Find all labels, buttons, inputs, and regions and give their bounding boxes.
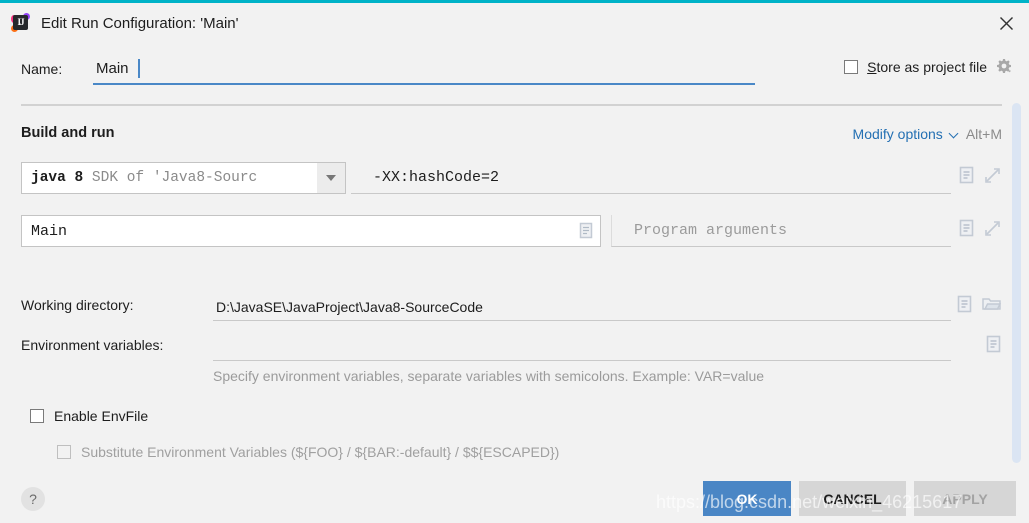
store-as-project-file-row[interactable]: Store as project file [844,58,1013,75]
build-and-run-title: Build and run [21,125,114,141]
enable-envfile-label: Enable EnvFile [54,408,148,424]
working-directory-icon-group [957,295,1001,316]
store-label-rest: tore as project file [877,59,988,75]
enable-envfile-checkbox[interactable] [30,409,44,423]
environment-variables-label: Environment variables: [21,337,163,353]
dropdown-arrow-icon[interactable] [317,163,345,193]
store-mnemonic: S [867,59,876,75]
jdk-combo-box[interactable]: java 8 SDK of 'Java8-Sourc [21,162,346,194]
ok-button[interactable]: OK [703,481,791,516]
working-directory-input[interactable]: D:\JavaSE\JavaProject\Java8-SourceCode [213,293,951,321]
macro-list-icon[interactable] [986,335,1001,356]
window-title: Edit Run Configuration: 'Main' [41,15,239,32]
class-list-icon[interactable] [579,222,593,242]
title-bar: IJ Edit Run Configuration: 'Main' [0,3,1029,43]
macro-list-icon[interactable] [957,295,972,316]
enable-envfile-row[interactable]: Enable EnvFile [30,408,148,424]
vm-options-icon-group [959,166,1001,187]
name-input-value: Main [96,60,129,77]
vm-options-input[interactable]: -XX:hashCode=2 [351,162,951,194]
edit-run-configuration-dialog: IJ Edit Run Configuration: 'Main' Name: … [0,0,1029,523]
expand-icon[interactable] [984,167,1001,187]
name-label: Name: [21,61,62,77]
help-button[interactable]: ? [21,487,45,511]
store-as-project-file-label: Store as project file [867,59,987,75]
jdk-combo-text: java 8 SDK of 'Java8-Sourc [22,170,317,186]
modify-options-shortcut: Alt+M [966,126,1002,142]
program-arguments-placeholder: Program arguments [612,222,787,239]
name-row: Name: Main Store as project file [0,55,1029,89]
name-input[interactable]: Main [93,55,755,85]
gear-dropdown-icon[interactable] [996,58,1013,75]
environment-variables-input[interactable] [213,333,951,361]
vertical-scrollbar[interactable] [1012,103,1021,463]
substitute-env-vars-label: Substitute Environment Variables (${FOO}… [81,444,559,460]
cancel-button[interactable]: CANCEL [799,481,906,516]
environment-variables-hint: Specify environment variables, separate … [213,368,764,384]
macro-list-icon[interactable] [959,219,974,240]
environment-variables-icon-group [986,335,1001,356]
header-divider [21,104,1002,106]
text-caret [138,59,140,78]
jdk-secondary: SDK of 'Java8-Sourc [92,170,257,186]
substitute-env-vars-row: Substitute Environment Variables (${FOO}… [57,444,559,460]
environment-variables-row: Environment variables: [21,333,1001,361]
main-class-and-args-row: Main Program arguments [21,215,1001,247]
modify-options-row: Modify options Alt+M [853,126,1002,142]
chevron-down-icon[interactable] [950,130,959,139]
program-arguments-input[interactable]: Program arguments [611,215,951,247]
expand-icon[interactable] [984,220,1001,240]
store-as-project-file-checkbox[interactable] [844,60,858,74]
vm-options-value: -XX:hashCode=2 [351,169,499,186]
modify-options-link[interactable]: Modify options [853,126,943,142]
working-directory-value: D:\JavaSE\JavaProject\Java8-SourceCode [213,299,483,315]
main-class-value: Main [22,223,67,240]
working-directory-label: Working directory: [21,297,134,313]
close-icon[interactable] [983,3,1029,43]
main-class-input[interactable]: Main [21,215,601,247]
macro-list-icon[interactable] [959,166,974,187]
working-directory-row: Working directory: D:\JavaSE\JavaProject… [21,293,1001,323]
jdk-primary: java 8 [31,170,83,186]
apply-button: APPLY [914,481,1016,516]
folder-icon[interactable] [982,296,1001,315]
substitute-env-vars-checkbox [57,445,71,459]
program-arguments-icon-group [959,219,1001,240]
intellij-idea-icon: IJ [11,14,29,32]
jdk-and-vm-options-row: java 8 SDK of 'Java8-Sourc -XX:hashCode=… [21,162,1001,194]
